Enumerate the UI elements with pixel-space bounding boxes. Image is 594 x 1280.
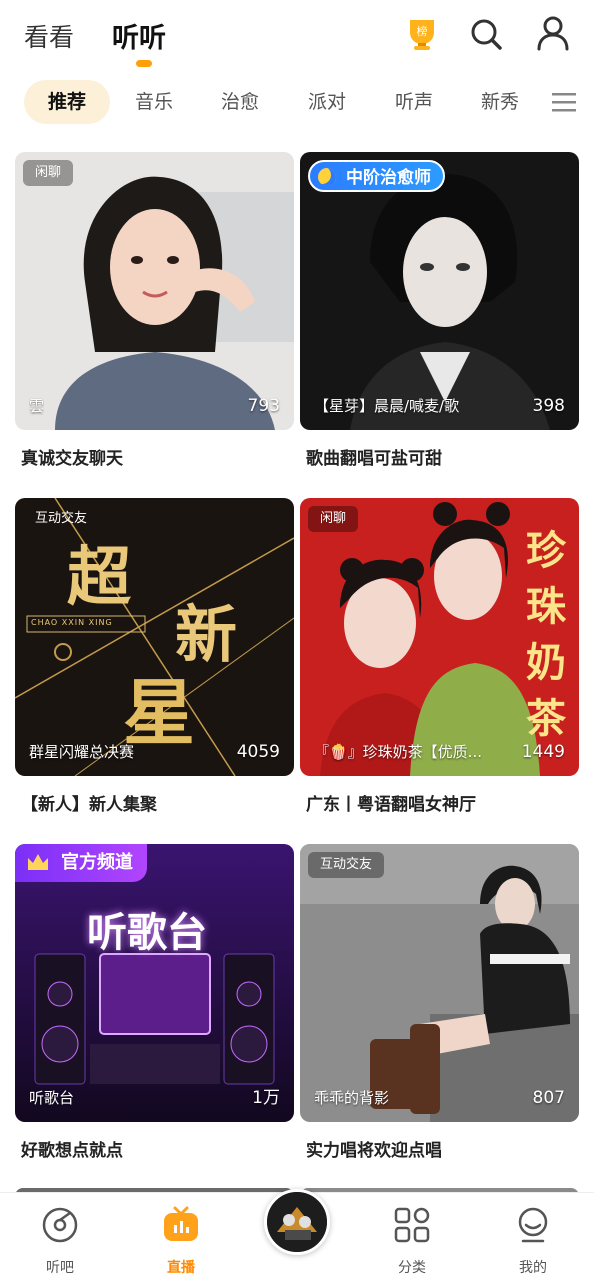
host-name: 乖乖的背影	[314, 1089, 390, 1107]
active-tab-indicator	[136, 60, 152, 67]
healer-level-label: 中阶治愈师	[346, 168, 431, 188]
room-card[interactable]: 超 新 星 CHAO XXIN XING 互动交友 群星闪耀总决赛 4059 【…	[15, 498, 294, 815]
host-name: 【星芽】晨晨/喊麦/歌	[314, 397, 460, 415]
bottom-navigation: 听吧 直播 分类 我的	[0, 1189, 594, 1280]
music-stage-image	[15, 844, 294, 1122]
room-title: 【新人】新人集聚	[21, 795, 157, 815]
user-icon[interactable]	[534, 14, 572, 52]
category-xinxiu[interactable]: 新秀	[470, 80, 530, 124]
menu-icon[interactable]	[552, 92, 576, 112]
host-name: 群星闪耀总决赛	[29, 743, 135, 761]
nav-tingba[interactable]: 听吧	[20, 1205, 100, 1277]
listener-count: 398	[532, 396, 565, 416]
anime-boy-image	[300, 152, 579, 430]
nav-label: 分类	[398, 1260, 426, 1276]
room-tag: 互动交友	[308, 852, 385, 878]
room-card[interactable]: 官方频道 听歌台 听歌台 1万 好歌想点就点	[15, 844, 294, 1161]
listener-count: 4059	[236, 742, 280, 762]
center-music-disc[interactable]	[264, 1189, 330, 1255]
room-card[interactable]: 中阶治愈师 【星芽】晨晨/喊麦/歌 398 歌曲翻唱可盐可甜	[300, 152, 579, 469]
room-card[interactable]: 闲聊 雲 793 真诚交友聊天	[15, 152, 294, 469]
category-tuijian[interactable]: 推荐	[24, 80, 110, 124]
room-tag: 闲聊	[23, 160, 74, 186]
room-card[interactable]: 互动交友 乖乖的背影 807 实力唱将欢迎点唱	[300, 844, 579, 1161]
rank-icon[interactable]: 榜	[404, 16, 440, 52]
host-name: 雲	[29, 397, 45, 415]
search-icon[interactable]	[468, 16, 504, 52]
art-text-nai: 奶	[526, 640, 566, 686]
category-yinyue[interactable]: 音乐	[124, 80, 184, 124]
healer-level-badge: 中阶治愈师	[308, 160, 445, 192]
top-header: 看看 听听 榜	[0, 0, 594, 72]
room-title: 真诚交友聊天	[21, 449, 123, 469]
category-paidui[interactable]: 派对	[297, 80, 357, 124]
room-title: 实力唱将欢迎点唱	[306, 1141, 442, 1161]
category-tingsheng[interactable]: 听声	[384, 80, 444, 124]
art-text-chao: 超	[67, 541, 131, 615]
nav-wode[interactable]: 我的	[493, 1205, 573, 1277]
listener-count: 793	[247, 396, 280, 416]
room-tag: 互动交友	[35, 511, 88, 526]
room-thumbnail[interactable]: 中阶治愈师 【星芽】晨晨/喊麦/歌 398	[300, 152, 579, 430]
art-text-zhu: 珠	[526, 584, 566, 630]
art-text-cha: 茶	[526, 696, 566, 742]
portrait-girl-image	[15, 152, 294, 430]
tab-kankan[interactable]: 看看	[24, 18, 74, 54]
rank-label: 榜	[417, 24, 428, 38]
official-channel-label: 官方频道	[61, 852, 133, 873]
nav-fenlei[interactable]: 分类	[372, 1205, 452, 1277]
listener-count: 807	[532, 1088, 565, 1108]
tab-tingting[interactable]: 听听	[112, 16, 166, 55]
category-bar: 推荐 音乐 治愈 派对 听声 新秀	[0, 80, 594, 126]
nav-zhibo[interactable]: 直播	[141, 1205, 221, 1277]
art-text-tinggetai: 听歌台	[87, 910, 207, 956]
nav-label: 直播	[167, 1260, 195, 1276]
room-thumbnail[interactable]: 珍 珠 奶 茶 闲聊 『🍿』珍珠奶茶【优质... 1449	[300, 498, 579, 776]
room-tag: 闲聊	[308, 506, 359, 532]
room-title: 歌曲翻唱可盐可甜	[306, 449, 442, 469]
category-zhiyu[interactable]: 治愈	[210, 80, 270, 124]
room-thumbnail[interactable]: 互动交友 乖乖的背影 807	[300, 844, 579, 1122]
room-title: 广东丨粤语翻唱女神厅	[306, 795, 476, 815]
room-thumbnail[interactable]: 超 新 星 CHAO XXIN XING 互动交友 群星闪耀总决赛 4059	[15, 498, 294, 776]
host-name: 『🍿』珍珠奶茶【优质...	[314, 743, 482, 761]
disc-icon	[42, 1207, 78, 1243]
moon-icon	[318, 168, 336, 186]
sitting-girl-image	[300, 844, 579, 1122]
host-name: 听歌台	[29, 1089, 75, 1107]
grid-icon	[394, 1207, 430, 1243]
listener-count: 1449	[521, 742, 565, 762]
official-channel-badge: 官方频道	[15, 844, 147, 882]
art-subtitle: CHAO XXIN XING	[31, 618, 113, 627]
listener-count: 1万	[252, 1088, 280, 1108]
crown-icon	[28, 854, 48, 870]
art-text-zhen: 珍	[526, 528, 566, 574]
nav-label: 听吧	[46, 1260, 74, 1276]
nav-label: 我的	[519, 1260, 547, 1276]
room-title: 好歌想点就点	[21, 1141, 123, 1161]
room-card[interactable]: 珍 珠 奶 茶 闲聊 『🍿』珍珠奶茶【优质... 1449 广东丨粤语翻唱女神厅	[300, 498, 579, 815]
live-tv-icon	[164, 1206, 198, 1241]
room-thumbnail[interactable]: 官方频道 听歌台 听歌台 1万	[15, 844, 294, 1122]
profile-icon	[518, 1207, 548, 1243]
room-thumbnail[interactable]: 闲聊 雲 793	[15, 152, 294, 430]
